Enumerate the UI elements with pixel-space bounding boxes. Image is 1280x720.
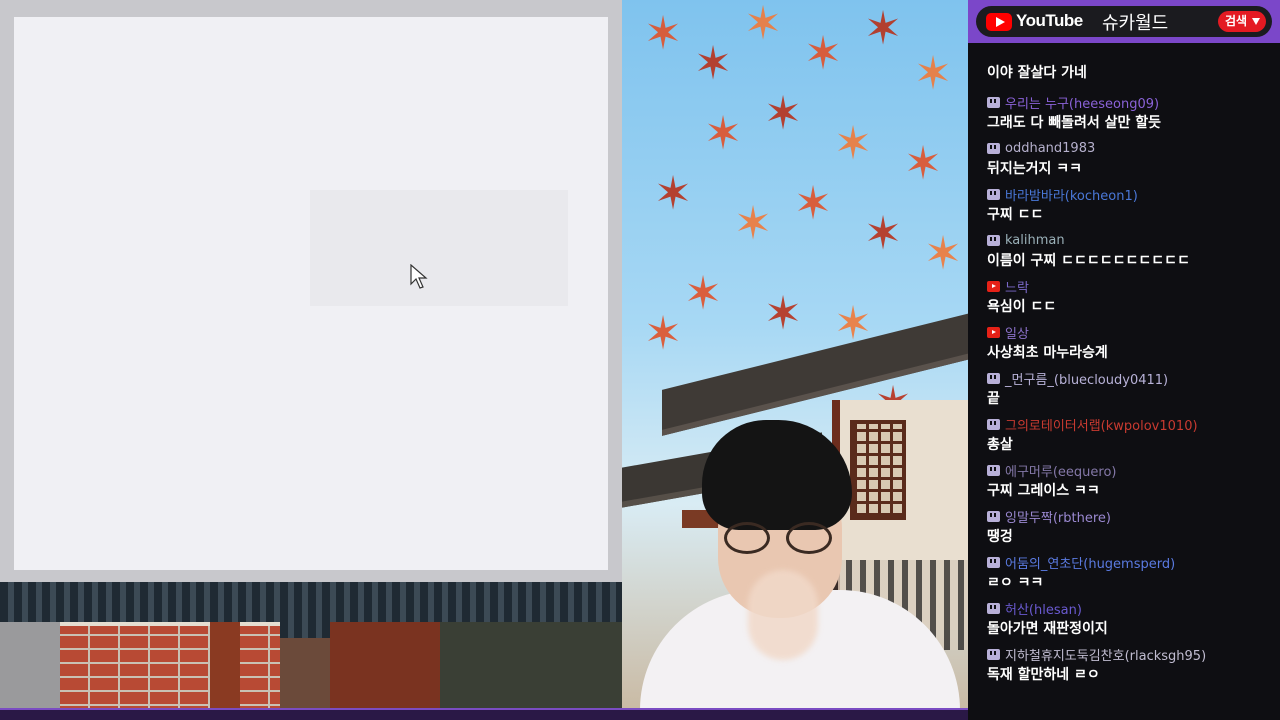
twitch-icon <box>987 372 1000 384</box>
chat-message-text: 이름이 구찌 ㄷㄷㄷㄷㄷㄷㄷㄷㄷㄷ <box>987 253 1190 269</box>
search-button[interactable]: 검색 <box>1218 11 1266 32</box>
twitch-icon <box>987 510 1000 522</box>
chat-username[interactable]: 우리는 누구(heeseong09) <box>987 92 1277 112</box>
chat-message: _먼구름_(bluecloudy0411) 끝 <box>987 368 1277 410</box>
chat-message: oddhand1983 뒤지는거지 ㅋㅋ <box>987 138 1277 180</box>
youtube-logo-icon <box>986 13 1012 31</box>
chat-username[interactable]: 지하철휴지도둑김찬호(rlacksgh95) <box>987 644 1277 664</box>
chat-message-text: 뒤지는거지 ㅋㅋ <box>987 161 1083 177</box>
chat-message: 우리는 누구(heeseong09) 그래도 다 빼돌려서 살만 할듯 <box>987 92 1277 134</box>
chat-username-text: 그의로테이터서랩(kwpolov1010) <box>1005 418 1198 434</box>
twitch-icon <box>987 648 1000 660</box>
chat-username[interactable]: 잉말두짝(rbthere) <box>987 506 1277 526</box>
chat-username-text: 느락 <box>1005 280 1029 296</box>
chat-message-text: 사상최초 마누라승계 <box>987 345 1108 361</box>
chat-username-text: 허산(hlesan) <box>1005 602 1082 618</box>
glasses <box>724 522 844 556</box>
chat-username[interactable]: 어둠의_연초단(hugemsperd) <box>987 552 1277 572</box>
chat-username-text: 어둠의_연초단(hugemsperd) <box>1005 556 1176 572</box>
chat-message-text: ㄹㅇ ㅋㅋ <box>987 575 1044 591</box>
chat-message-text: 총살 <box>987 437 1013 453</box>
chat-message: 그의로테이터서랩(kwpolov1010) 총살 <box>987 414 1277 456</box>
chat-username[interactable]: kalihman <box>987 230 1277 250</box>
twitch-icon <box>987 96 1000 108</box>
chat-username[interactable]: 그의로테이터서랩(kwpolov1010) <box>987 414 1277 434</box>
chat-username-text: 일상 <box>1005 326 1029 342</box>
chat-message-text: 욕심이 ㄷㄷ <box>987 299 1057 315</box>
chat-username-text: 우리는 누구(heeseong09) <box>1005 96 1160 112</box>
chat-username-text: 지하철휴지도둑김찬호(rlacksgh95) <box>1005 648 1207 664</box>
chat-message-text: 이야 잘살다 가네 <box>987 65 1087 81</box>
chat-message-text: 땡겅 <box>987 529 1013 545</box>
chat-header-bar: YouTube 슈카월드 검색 <box>976 6 1272 37</box>
twitch-icon <box>987 602 1000 614</box>
chat-message: 느락욕심이 ㄷㄷ <box>987 276 1277 318</box>
chat-username[interactable]: oddhand1983 <box>987 138 1277 158</box>
chat-panel: YouTube 슈카월드 검색 이야 잘살다 가네우리는 누구(heeseong… <box>968 0 1280 720</box>
chat-message: 바라밤바라(kocheon1) 구찌 ㄷㄷ <box>987 184 1277 226</box>
chat-username[interactable]: 느락 <box>987 276 1277 296</box>
twitch-icon <box>987 142 1000 154</box>
chat-message: kalihman 이름이 구찌 ㄷㄷㄷㄷㄷㄷㄷㄷㄷㄷ <box>987 230 1277 272</box>
chat-username-text: kalihman <box>1005 232 1065 248</box>
twitch-icon <box>987 556 1000 568</box>
chat-message-text: 끝 <box>987 391 1000 407</box>
twitch-icon <box>987 234 1000 246</box>
chat-username-text: 에구머루(eequero) <box>1005 464 1117 480</box>
blank-panel <box>310 190 568 306</box>
chat-message-text: 구찌 그레이스 ㅋㅋ <box>987 483 1100 499</box>
platform-label: YouTube <box>1016 11 1083 30</box>
chat-message: 지하철휴지도둑김찬호(rlacksgh95) 독재 할만하네 ㄹㅇ <box>987 644 1277 686</box>
chat-username-text: 바라밤바라(kocheon1) <box>1005 188 1138 204</box>
chat-username[interactable]: 일상 <box>987 322 1277 342</box>
twitch-icon <box>987 464 1000 476</box>
webcam-overlay <box>630 420 960 720</box>
twitch-icon <box>987 188 1000 200</box>
chat-message-text: 그래도 다 빼돌려서 살만 할듯 <box>987 115 1162 131</box>
screen-capture-frame <box>0 0 622 582</box>
twitch-icon <box>987 418 1000 430</box>
chat-message: 에구머루(eequero) 구찌 그레이스 ㅋㅋ <box>987 460 1277 502</box>
youtube-icon <box>987 280 1000 292</box>
chat-username-text: oddhand1983 <box>1005 140 1096 156</box>
chat-message: 일상사상최초 마누라승계 <box>987 322 1277 364</box>
chat-username[interactable]: 바라밤바라(kocheon1) <box>987 184 1277 204</box>
mouse-cursor-icon <box>410 264 428 289</box>
chat-message-text: 돌아가면 재판정이지 <box>987 621 1108 637</box>
youtube-icon <box>987 326 1000 338</box>
chat-message: 어둠의_연초단(hugemsperd) ㄹㅇ ㅋㅋ <box>987 552 1277 594</box>
chat-username[interactable]: 허산(hlesan) <box>987 598 1277 618</box>
chat-message: 이야 잘살다 가네 <box>987 42 1277 84</box>
chat-message-text: 독재 할만하네 ㄹㅇ <box>987 667 1100 683</box>
chat-message-text: 구찌 ㄷㄷ <box>987 207 1044 223</box>
chat-message: 잉말두짝(rbthere) 땡겅 <box>987 506 1277 548</box>
chat-username-text: 잉말두짝(rbthere) <box>1005 510 1111 526</box>
chat-username[interactable]: 에구머루(eequero) <box>987 460 1277 480</box>
channel-name: 슈카월드 <box>1102 13 1169 34</box>
chat-username[interactable]: _먼구름_(bluecloudy0411) <box>987 368 1277 388</box>
chat-username-text: _먼구름_(bluecloudy0411) <box>1005 372 1169 388</box>
hanok-rooftops <box>0 582 622 720</box>
chat-message: 허산(hlesan) 돌아가면 재판정이지 <box>987 598 1277 640</box>
bottom-accent-bar <box>0 708 968 720</box>
chat-header: YouTube 슈카월드 검색 <box>968 0 1280 43</box>
